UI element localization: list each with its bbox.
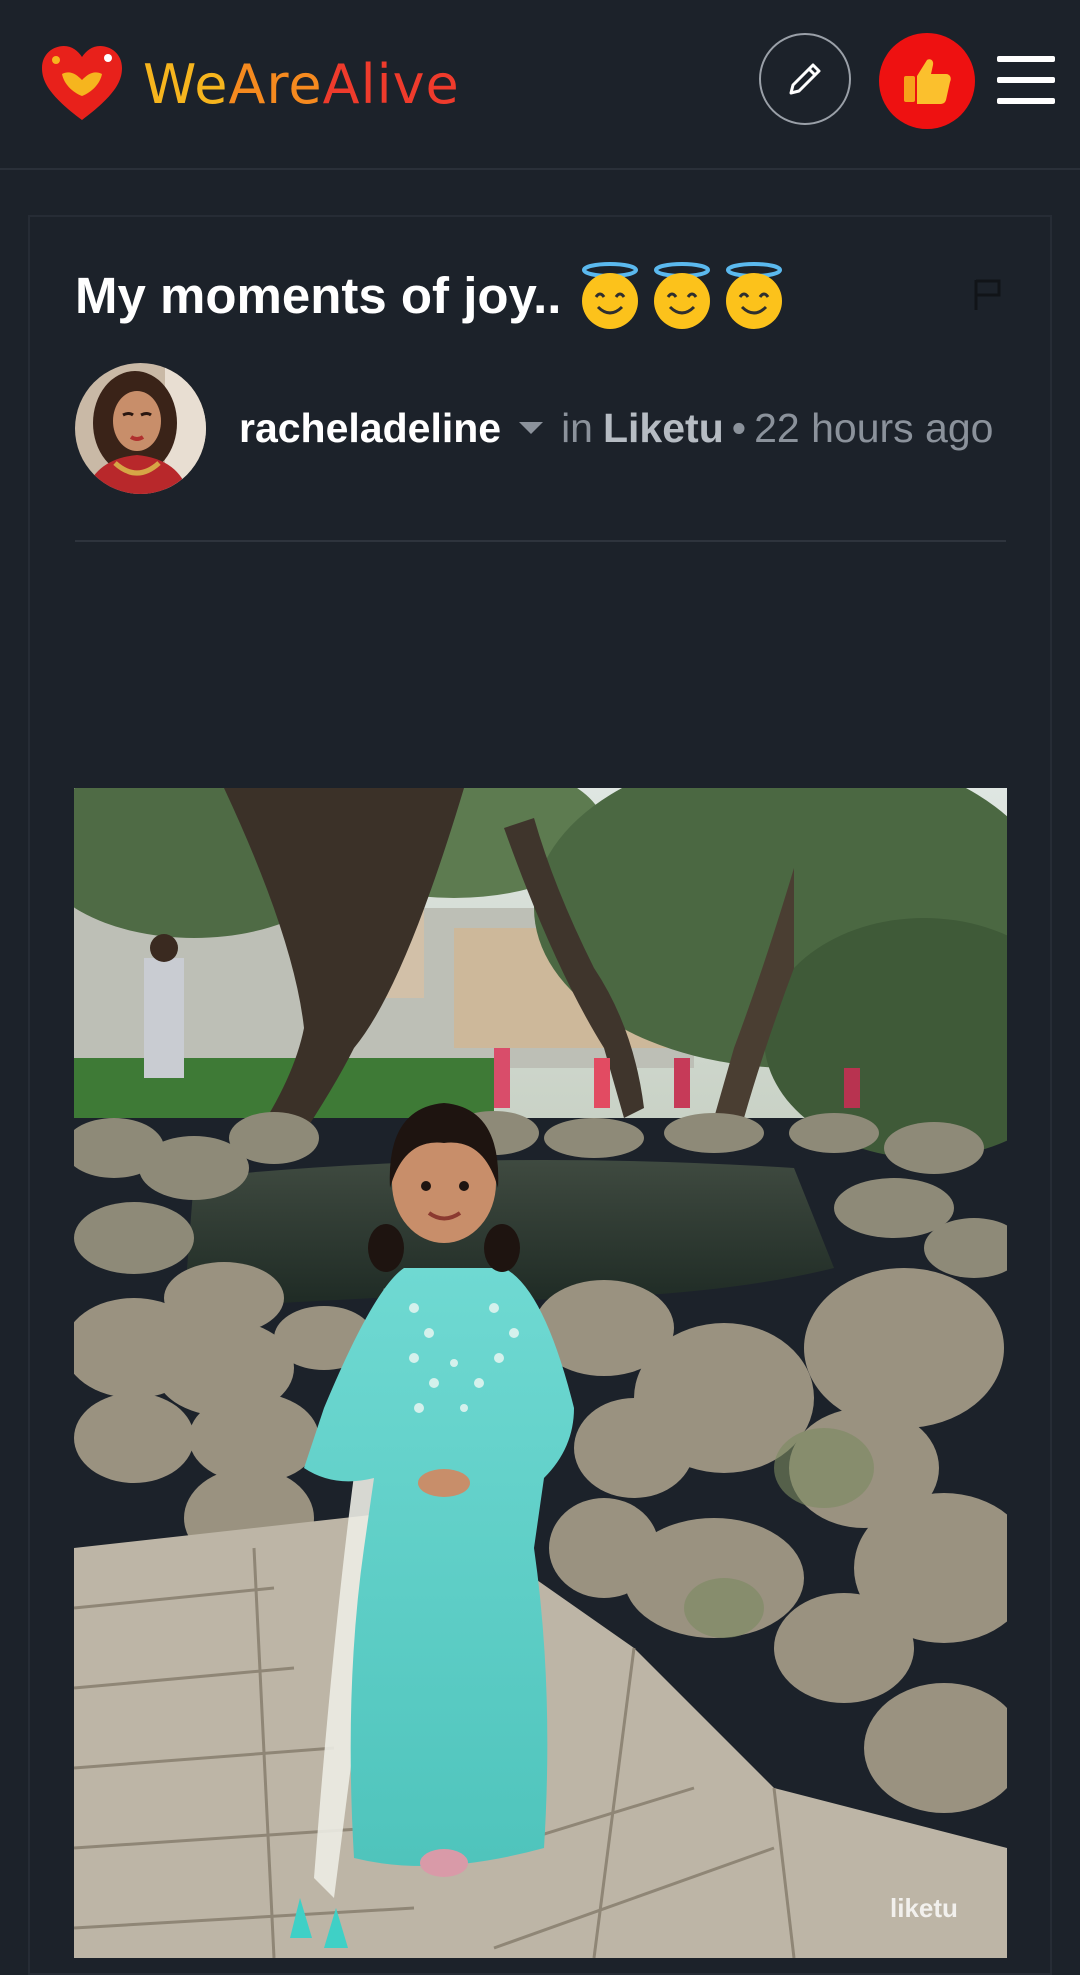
halo-smile-emoji-icon xyxy=(582,262,638,329)
logo-word-alive: Alive xyxy=(322,53,460,116)
logo-word-are: Are xyxy=(228,53,323,116)
community-link[interactable]: Liketu xyxy=(603,405,724,452)
heart-hands-icon[interactable] xyxy=(40,44,124,124)
thumbs-up-icon xyxy=(904,59,951,104)
flag-icon[interactable] xyxy=(973,278,1003,312)
post-title: My moments of joy.. xyxy=(75,267,562,324)
chevron-down-icon[interactable] xyxy=(519,422,544,434)
post-meta: racheladeline in Liketu • 22 hours ago xyxy=(239,398,993,458)
header-divider xyxy=(75,540,1006,542)
like-button[interactable] xyxy=(879,33,975,129)
site-logo-text[interactable]: WeAreAlive xyxy=(143,58,460,112)
post-image[interactable]: liketu xyxy=(74,788,1007,1958)
top-bar: WeAreAlive xyxy=(0,0,1080,170)
author-link[interactable]: racheladeline xyxy=(239,405,501,452)
in-label: in xyxy=(561,404,593,451)
logo-word-we: We xyxy=(143,53,229,116)
halo-smile-emoji-icon xyxy=(726,262,782,329)
post-time: 22 hours ago xyxy=(754,404,994,451)
pencil-icon xyxy=(789,63,821,95)
title-emojis xyxy=(578,258,786,334)
image-watermark: liketu xyxy=(890,1893,958,1923)
edit-button[interactable] xyxy=(759,33,851,125)
meta-separator: • xyxy=(731,404,747,451)
author-avatar[interactable] xyxy=(75,363,206,494)
halo-smile-emoji-icon xyxy=(654,262,710,329)
hamburger-menu-icon[interactable] xyxy=(997,56,1055,104)
